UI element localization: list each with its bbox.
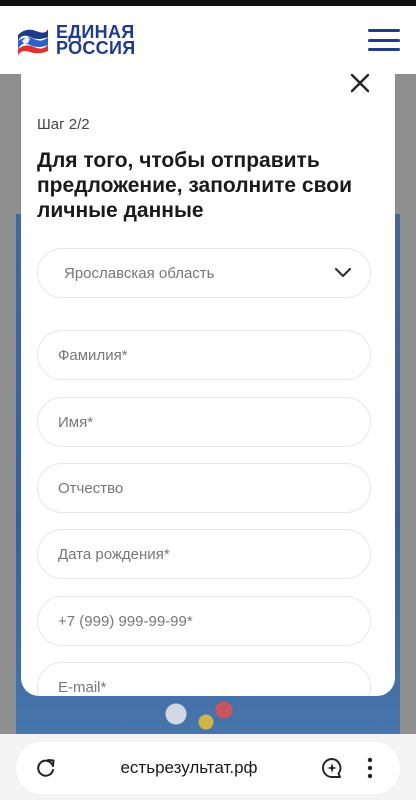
- assistant-chat-icon[interactable]: [320, 756, 344, 780]
- last-name-field[interactable]: Фамилия*: [37, 330, 371, 380]
- step-indicator: Шаг 2/2: [37, 116, 90, 133]
- close-icon[interactable]: [349, 72, 371, 94]
- phone-field[interactable]: +7 (999) 999-99-99*: [37, 596, 371, 646]
- first-name-placeholder: Имя*: [58, 413, 94, 431]
- address-bar[interactable]: естьрезультат.рф: [16, 742, 400, 794]
- phone-placeholder: +7 (999) 999-99-99*: [58, 612, 193, 630]
- party-logo[interactable]: ЕДИНАЯ РОССИЯ: [16, 23, 136, 58]
- reload-icon[interactable]: [34, 756, 58, 780]
- browser-actions: [320, 756, 382, 780]
- proposal-form-modal: Шаг 2/2 Для того, чтобы отправить предло…: [21, 58, 395, 696]
- email-placeholder: E-mail*: [58, 678, 107, 696]
- last-name-placeholder: Фамилия*: [58, 346, 128, 364]
- birth-date-placeholder: Дата рождения*: [58, 545, 170, 563]
- region-select[interactable]: Ярославская область: [37, 248, 371, 298]
- chevron-down-icon: [334, 267, 352, 278]
- email-field[interactable]: E-mail*: [37, 662, 371, 696]
- logo-line-2: РОССИЯ: [56, 38, 136, 58]
- more-vertical-icon[interactable]: [358, 756, 382, 780]
- form-title: Для того, чтобы отправить предложение, з…: [37, 149, 352, 222]
- background-illustration: [140, 694, 260, 734]
- browser-bottom-bar: естьрезультат.рф: [0, 734, 416, 800]
- first-name-field[interactable]: Имя*: [37, 397, 371, 447]
- logo-text: ЕДИНАЯ РОССИЯ: [56, 23, 136, 58]
- middle-name-placeholder: Отчество: [58, 479, 124, 497]
- birth-date-field[interactable]: Дата рождения*: [37, 529, 371, 579]
- url-text[interactable]: естьрезультат.рф: [120, 758, 257, 778]
- middle-name-field[interactable]: Отчество: [37, 463, 371, 513]
- bear-flag-logo-icon: [18, 29, 48, 55]
- hamburger-menu-icon[interactable]: [368, 29, 400, 51]
- region-select-value: Ярославская область: [64, 264, 215, 282]
